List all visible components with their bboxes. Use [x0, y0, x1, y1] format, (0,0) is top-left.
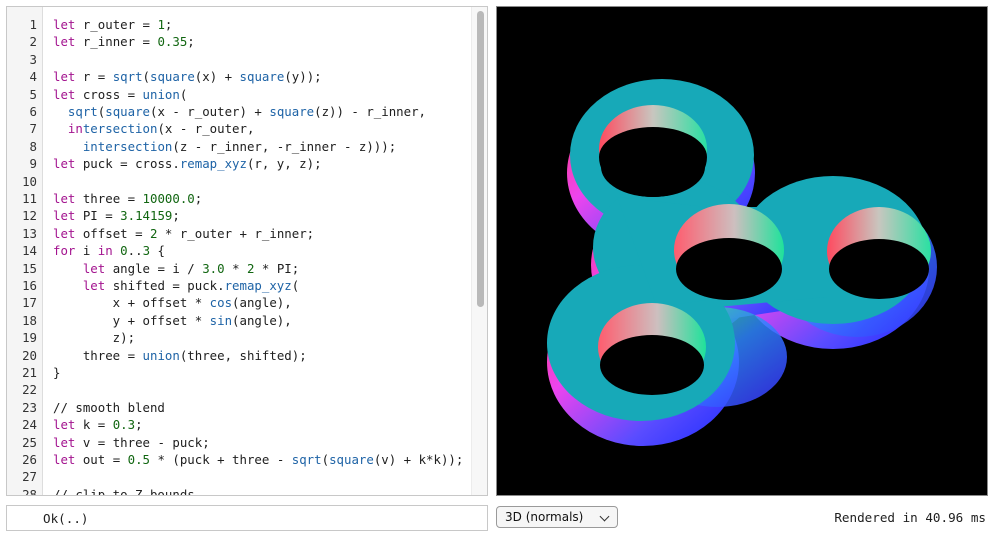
line-number: 19	[22, 330, 37, 346]
line-number: 25	[22, 434, 37, 450]
line-number: 20	[22, 347, 37, 363]
code-line[interactable]: 22	[22, 381, 471, 398]
line-number: 21	[22, 365, 37, 380]
line-number: 24	[22, 417, 37, 433]
code-text: let shifted = puck.remap_xyz(	[82, 278, 300, 293]
code-text: let r_outer = 1;	[53, 17, 173, 32]
chevron-down-icon	[599, 511, 610, 522]
line-number: 1	[29, 17, 37, 32]
code-line[interactable]: 18 y + offset * sin(angle),	[22, 312, 471, 329]
code-text: let k = 0.3;	[53, 417, 143, 433]
code-text: // clip to Z bounds	[53, 486, 195, 496]
line-number: 6	[29, 104, 37, 119]
line-number: 28	[22, 486, 37, 496]
code-text: let v = three - puck;	[53, 434, 210, 450]
line-number: 27	[22, 469, 37, 485]
line-number: 4	[29, 69, 37, 85]
code-text: let PI = 3.14159;	[53, 208, 180, 224]
code-text: let puck = cross.remap_xyz(r, y, z);	[53, 156, 322, 172]
line-number: 7	[29, 121, 37, 137]
code-text: let out = 0.5 * (puck + three - sqrt(squ…	[53, 452, 464, 467]
status-text: Ok(..)	[43, 511, 89, 526]
line-number: 16	[22, 278, 37, 293]
code-text: x + offset * cos(angle),	[53, 295, 292, 311]
code-text: y + offset * sin(angle),	[53, 312, 292, 328]
code-line[interactable]: 20 three = union(three, shifted);	[22, 347, 471, 364]
status-output-field: Ok(..)	[6, 505, 488, 531]
code-line[interactable]: 10	[22, 173, 471, 190]
line-number: 12	[22, 208, 37, 224]
code-line[interactable]: 17 x + offset * cos(angle),	[22, 294, 471, 311]
scrollbar-thumb[interactable]	[477, 11, 484, 307]
code-line[interactable]: 28 // clip to Z bounds	[22, 486, 471, 496]
code-text: intersection(x - r_outer,	[67, 121, 255, 137]
code-line[interactable]: 27	[22, 468, 471, 485]
line-number: 8	[29, 138, 37, 154]
code-line[interactable]: 23 // smooth blend	[22, 399, 471, 416]
rendered-model	[547, 79, 937, 446]
line-number: 13	[22, 225, 37, 241]
code-line[interactable]: 13 let offset = 2 * r_outer + r_inner;	[22, 225, 471, 242]
code-line[interactable]: 3	[30, 51, 471, 68]
code-line[interactable]: 16 let shifted = puck.remap_xyz(	[22, 277, 471, 294]
code-line[interactable]: 7 intersection(x - r_outer,	[30, 120, 471, 137]
code-line[interactable]: 24 let k = 0.3;	[22, 416, 471, 433]
render-mode-selected: 3D (normals)	[505, 510, 584, 524]
line-number: 2	[29, 34, 37, 50]
code-text: three = union(three, shifted);	[53, 347, 307, 363]
code-line[interactable]: 1 let r_outer = 1;	[30, 16, 471, 33]
code-line[interactable]: 2 let r_inner = 0.35;	[30, 33, 471, 50]
code-text: // smooth blend	[53, 399, 165, 415]
code-line[interactable]: 21}	[22, 364, 471, 381]
code-line[interactable]: 5 let cross = union(	[30, 86, 471, 103]
code-text: let r = sqrt(square(x) + square(y));	[53, 69, 322, 85]
code-line[interactable]: 6 sqrt(square(x - r_outer) + square(z)) …	[30, 103, 471, 120]
code-text: let three = 10000.0;	[53, 191, 203, 206]
code-line[interactable]: 12 let PI = 3.14159;	[22, 207, 471, 224]
code-text: intersection(z - r_inner, -r_inner - z))…	[82, 138, 397, 154]
code-line[interactable]: 15 let angle = i / 3.0 * 2 * PI;	[22, 260, 471, 277]
render-viewport[interactable]	[496, 6, 988, 496]
line-number: 22	[22, 382, 37, 398]
code-line[interactable]: 19 z);	[22, 329, 471, 346]
line-number: 23	[22, 399, 37, 415]
code-text: let angle = i / 3.0 * 2 * PI;	[82, 260, 300, 276]
code-text: let offset = 2 * r_outer + r_inner;	[53, 225, 315, 241]
editor-scrollbar[interactable]	[471, 7, 487, 495]
line-number: 5	[29, 86, 37, 102]
code-area[interactable]: 1 let r_outer = 1; 2 let r_inner = 0.35; 3 4 l…	[22, 7, 471, 496]
code-line[interactable]: 9 let puck = cross.remap_xyz(r, y, z);	[30, 155, 471, 172]
line-number: 14	[22, 243, 37, 259]
line-number: 9	[29, 156, 37, 172]
line-number: 15	[22, 260, 37, 276]
code-line[interactable]: 25 let v = three - puck;	[22, 434, 471, 451]
render-mode-select[interactable]: 3D (normals)	[496, 506, 618, 528]
line-number: 10	[22, 173, 37, 189]
code-line[interactable]: 26 let out = 0.5 * (puck + three - sqrt(s…	[22, 451, 471, 468]
code-line[interactable]: 11 let three = 10000.0;	[22, 190, 471, 207]
line-number: 26	[22, 452, 37, 467]
code-text: sqrt(square(x - r_outer) + square(z)) - …	[67, 104, 427, 119]
code-line[interactable]: 8 intersection(z - r_inner, -r_inner - z…	[30, 138, 471, 155]
line-number: 18	[22, 312, 37, 328]
line-number: 3	[29, 51, 37, 67]
code-text: let cross = union(	[53, 86, 188, 102]
code-text: }	[53, 365, 61, 380]
render-time-label: Rendered in 40.96 ms	[834, 510, 986, 525]
code-text: for i in 0..3 {	[53, 243, 165, 259]
line-number: 17	[22, 295, 37, 311]
code-line[interactable]: 14 for i in 0..3 {	[22, 242, 471, 259]
code-text: z);	[53, 330, 136, 346]
code-text: let r_inner = 0.35;	[53, 34, 195, 50]
code-line[interactable]: 4 let r = sqrt(square(x) + square(y));	[30, 68, 471, 85]
line-number: 11	[22, 191, 37, 206]
code-editor[interactable]: 1 let r_outer = 1; 2 let r_inner = 0.35; 3 4 l…	[6, 6, 488, 496]
